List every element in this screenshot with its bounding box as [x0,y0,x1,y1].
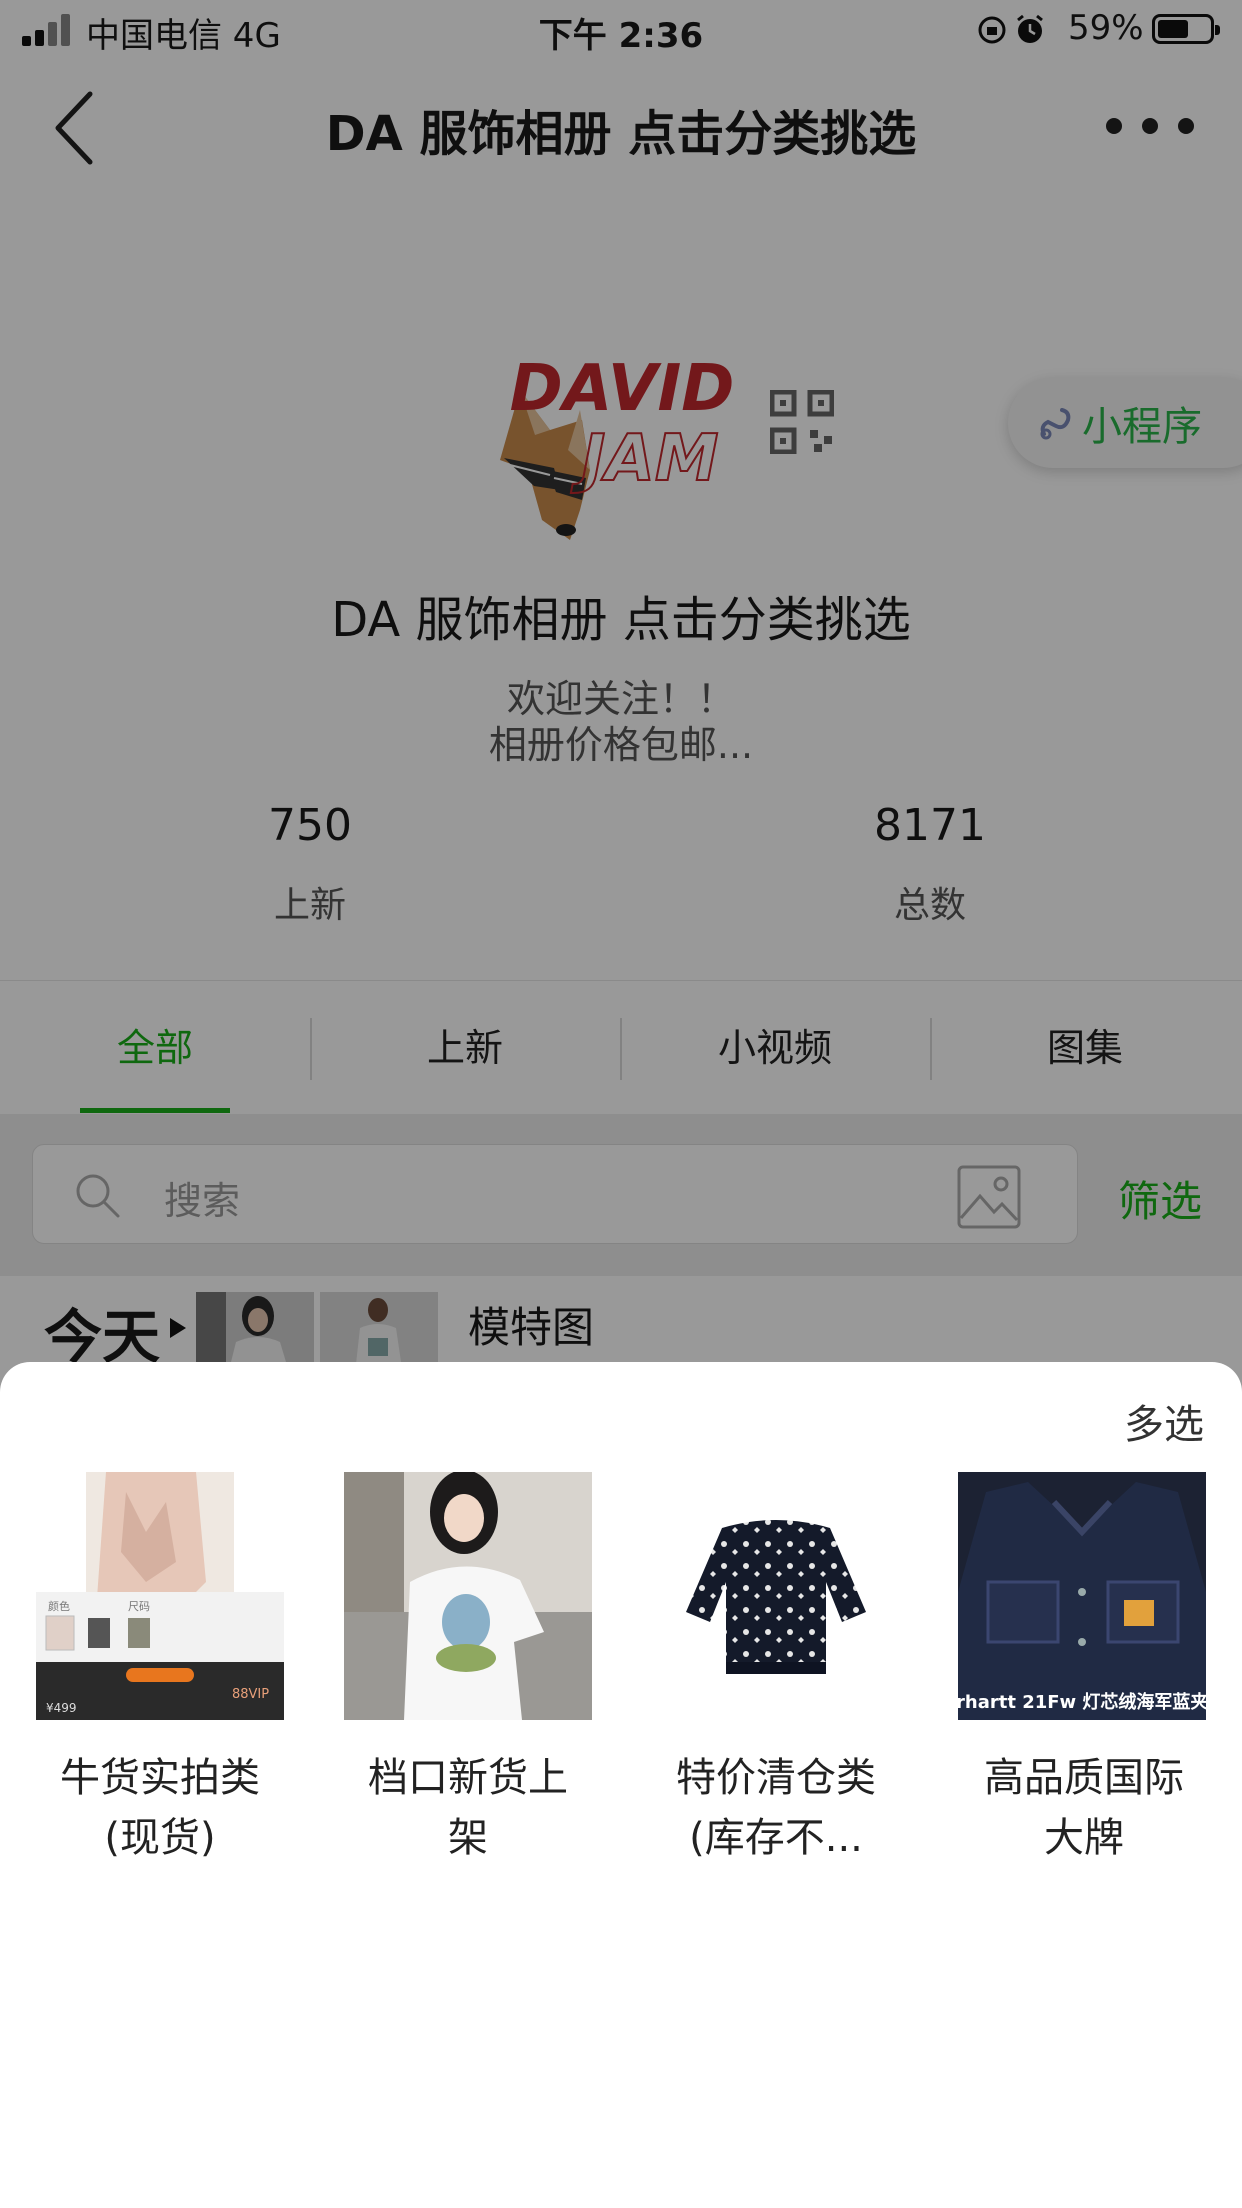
category-thumbnail[interactable]: rhartt 21Fw 灯芯绒海军蓝夹克 [958,1472,1206,1720]
category-label[interactable]: 特价清仓类 (库存不... [631,1748,921,1868]
category-label[interactable]: 牛货实拍类 (现货) [15,1748,305,1868]
category-label[interactable]: 档口新货上 架 [323,1748,613,1868]
category-thumbnail[interactable] [344,1472,592,1720]
svg-text:颜色: 颜色 [48,1599,70,1613]
svg-text:88VIP: 88VIP [232,1687,269,1702]
category-label[interactable]: 高品质国际 大牌 [939,1748,1229,1868]
multi-select-button[interactable]: 多选 [1124,1392,1204,1450]
category-thumbnail[interactable]: 颜色 尺码 ¥499 88VIP [36,1472,284,1720]
svg-text:尺码: 尺码 [128,1600,150,1613]
category-thumbnail[interactable] [652,1472,900,1720]
svg-text:rhartt 21Fw 灯芯绒海军蓝夹克: rhartt 21Fw 灯芯绒海军蓝夹克 [958,1691,1206,1713]
svg-text:¥499: ¥499 [46,1701,77,1715]
